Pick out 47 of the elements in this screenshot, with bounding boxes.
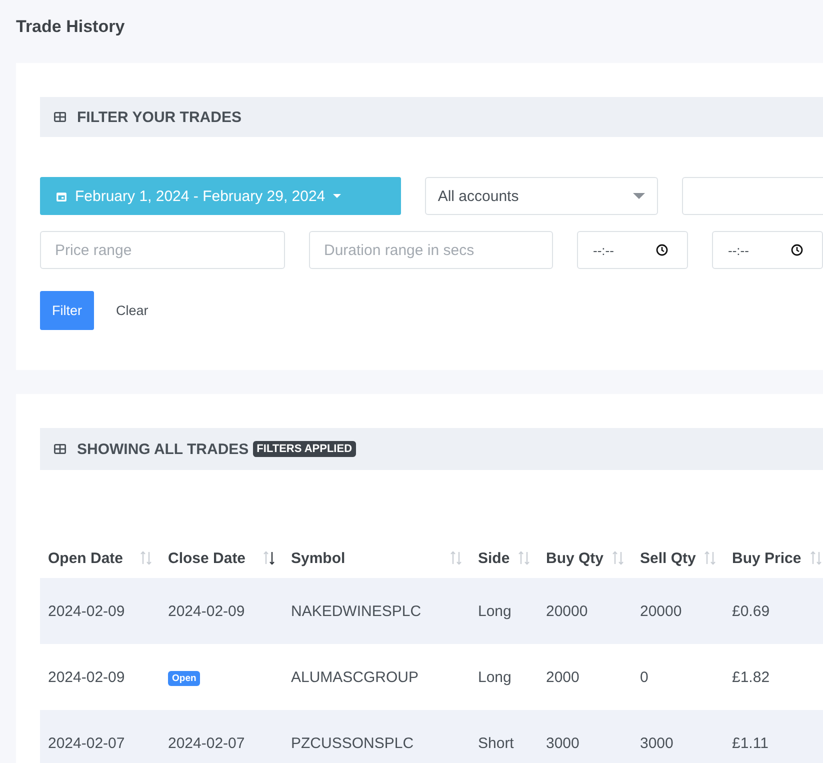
table-cell: PZCUSSONSPLC <box>283 710 470 763</box>
sort-icon[interactable] <box>263 551 275 565</box>
page-title: Trade History <box>16 16 126 37</box>
table-cell: £1.11 <box>724 710 823 763</box>
account-select[interactable]: All accounts <box>424 177 658 215</box>
table-cell-text: 2000 <box>545 668 580 688</box>
table-cell: 2024-02-09 <box>40 578 160 644</box>
column-header[interactable]: Symbol <box>283 538 470 578</box>
column-header[interactable]: Side <box>470 538 538 578</box>
calendar-icon <box>56 190 67 202</box>
table-cell-text: ALUMASCGROUP <box>290 668 420 688</box>
column-header[interactable]: Buy Qty <box>538 538 632 578</box>
card-title: FILTER YOUR TRADES <box>77 108 242 126</box>
column-header[interactable]: Sell Qty <box>632 538 724 578</box>
table-icon <box>54 112 66 122</box>
duration-range-field[interactable]: Duration range in secs <box>309 231 553 269</box>
table-icon <box>54 444 66 454</box>
clear-button[interactable]: Clear <box>102 303 162 318</box>
table-cell: £0.69 <box>724 578 823 644</box>
table-cell: 2024-02-09 <box>160 578 283 644</box>
table-cell-text: £1.82 <box>731 668 771 688</box>
status-badge: Open <box>168 671 200 686</box>
table-cell: NAKEDWINESPLC <box>283 578 470 644</box>
table-cell: 2024-02-07 <box>160 710 283 763</box>
table-cell: 20000 <box>632 578 724 644</box>
column-header[interactable]: Buy Price <box>724 538 823 578</box>
table-cell: 2024-02-07 <box>40 710 160 763</box>
clock-icon <box>791 244 803 256</box>
table-cell: Short <box>470 710 538 763</box>
table-cell-text: 2024-02-09 <box>47 668 126 688</box>
filters-badge: FILTERS APPLIED <box>252 441 356 457</box>
price-range-field[interactable]: Price range <box>40 231 285 269</box>
select-field[interactable] <box>682 177 823 215</box>
column-header[interactable]: Close Date <box>160 538 283 578</box>
caret-icon <box>633 193 646 199</box>
table-cell-text: 0 <box>639 668 650 688</box>
clock-icon <box>656 244 668 256</box>
table-cell: 3000 <box>538 710 632 763</box>
table-cell-text: Long <box>477 668 512 688</box>
time-field[interactable]: --:-- <box>577 231 688 269</box>
table-cell: 20000 <box>538 578 632 644</box>
caret-icon <box>333 194 342 198</box>
time-field[interactable]: --:-- <box>712 231 823 269</box>
table-cell: Long <box>470 578 538 644</box>
column-header[interactable]: Open Date <box>40 538 160 578</box>
table-cell: 3000 <box>632 710 724 763</box>
card-title: SHOWING ALL TRADES <box>77 440 249 458</box>
